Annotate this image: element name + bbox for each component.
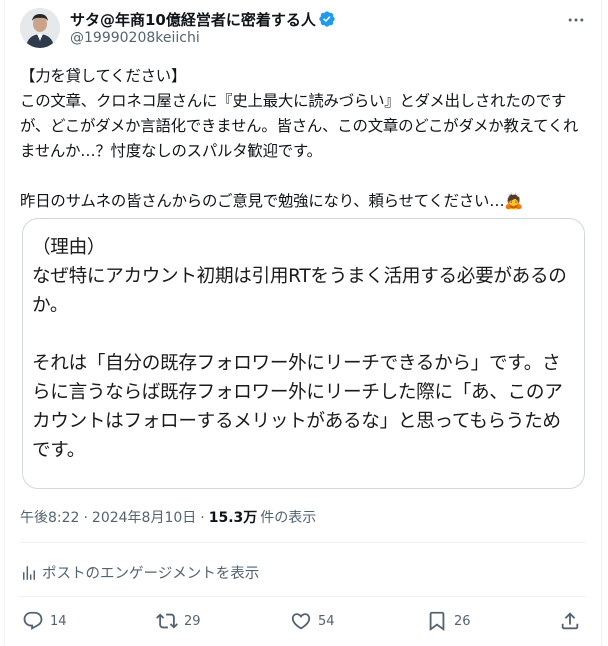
- divider: [20, 542, 586, 543]
- engagements-label: ポストのエンゲージメントを表示: [42, 566, 260, 582]
- post-time[interactable]: 午後8:22: [20, 510, 79, 526]
- repost-icon: [156, 613, 178, 629]
- repost-count: 29: [184, 613, 201, 629]
- avatar-photo: [20, 8, 60, 48]
- post-date[interactable]: 2024年8月10日: [92, 510, 196, 526]
- bookmark-icon: [429, 611, 445, 632]
- avatar[interactable]: [20, 8, 60, 48]
- meta-separator-2: ·: [200, 510, 205, 526]
- bookmark-button[interactable]: 26: [426, 610, 471, 632]
- verified-badge-icon: [318, 10, 336, 28]
- action-bar: 14 29 54 26: [22, 610, 584, 636]
- share-button[interactable]: [559, 610, 581, 632]
- name-row: サタ@年商10億経営者に密着する人: [70, 9, 336, 29]
- image-text: （理由） なぜ特にアカウント初期は引用RTをうまく活用する必要があるのか。 それ…: [32, 237, 567, 461]
- meta-separator: ·: [83, 510, 88, 526]
- like-count: 54: [318, 613, 335, 629]
- repost-button[interactable]: 29: [156, 610, 201, 632]
- divider-2: [20, 596, 586, 597]
- display-name[interactable]: サタ@年商10億経営者に密着する人: [70, 9, 316, 30]
- reply-button[interactable]: 14: [22, 610, 67, 632]
- views-label: 件の表示: [260, 510, 317, 526]
- reply-count: 14: [50, 613, 67, 629]
- analytics-icon: [23, 565, 35, 580]
- more-icon[interactable]: [562, 8, 590, 32]
- attached-image[interactable]: （理由） なぜ特にアカウント初期は引用RTをうまく活用する必要があるのか。 それ…: [22, 218, 585, 489]
- like-button[interactable]: 54: [290, 610, 335, 632]
- bookmark-count: 26: [454, 613, 471, 629]
- view-engagements-link[interactable]: ポストのエンゲージメントを表示: [20, 562, 259, 583]
- view-count: 15.3万: [208, 510, 258, 526]
- share-icon: [561, 612, 579, 630]
- tweet-meta: 午後8:22 · 2024年8月10日 · 15.3万 件の表示: [20, 507, 316, 527]
- reply-icon: [23, 611, 43, 630]
- tweet-header: サタ@年商10億経営者に密着する人 @19990208keiichi: [20, 8, 590, 52]
- tweet-text: 【力を貸してください】 この文章、クロネコ屋さんに『史上最大に読みづらい』とダメ…: [20, 67, 579, 210]
- like-icon: [291, 613, 311, 630]
- user-handle[interactable]: @19990208keiichi: [70, 30, 200, 46]
